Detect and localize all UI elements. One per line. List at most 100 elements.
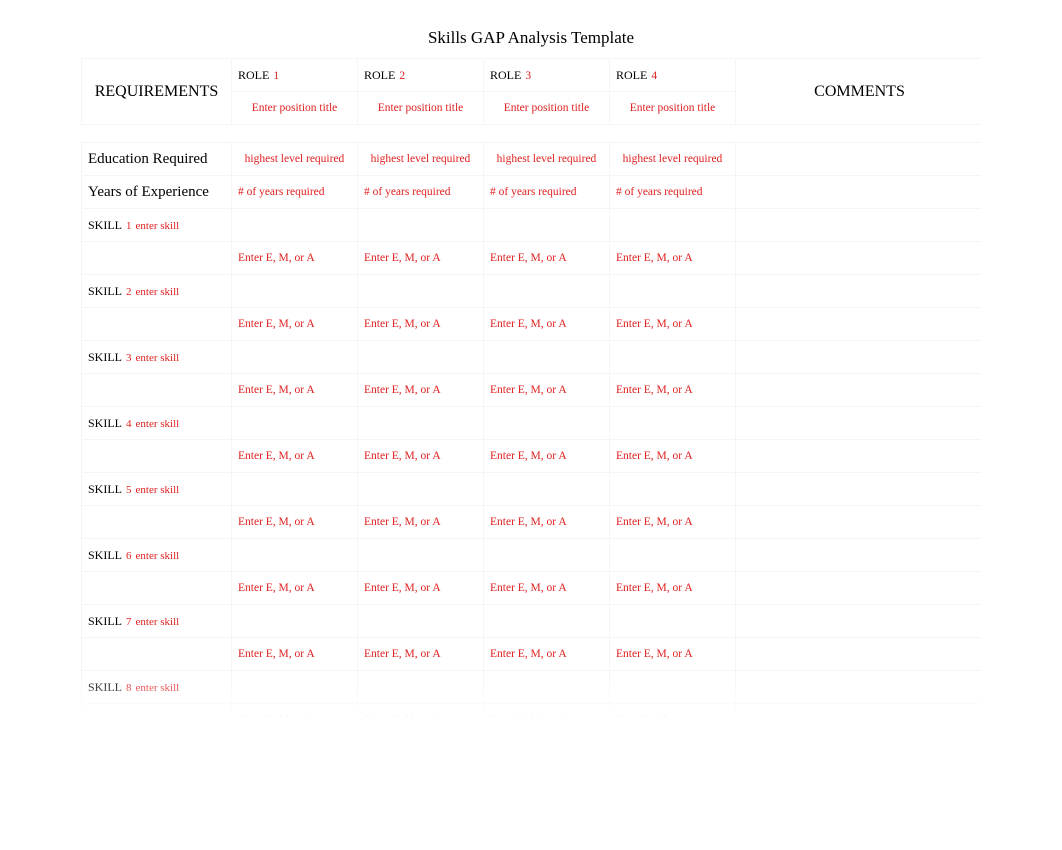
skill-5-role-2-ema[interactable]: Enter E, M, or A xyxy=(358,506,484,539)
skill-3-role-4-gap1[interactable] xyxy=(610,341,736,374)
skill-5-comment-1[interactable] xyxy=(736,473,982,506)
skill-3-role-3-gap1[interactable] xyxy=(484,341,610,374)
experience-comment[interactable] xyxy=(736,176,982,209)
skill-2-role-1-ema[interactable]: Enter E, M, or A xyxy=(232,308,358,341)
skill-7-role-4-gap1[interactable] xyxy=(610,605,736,638)
education-input-3[interactable]: highest level required xyxy=(484,143,610,176)
skill-8-role-1-ema[interactable]: Enter E, M, or A xyxy=(232,704,358,719)
skill-3-role-2-gap1[interactable] xyxy=(358,341,484,374)
skill-7-comment-2[interactable] xyxy=(736,638,982,671)
skill-1-role-3-gap1[interactable] xyxy=(484,209,610,242)
skill-5-role-3-ema[interactable]: Enter E, M, or A xyxy=(484,506,610,539)
skill-6-role-2-ema[interactable]: Enter E, M, or A xyxy=(358,572,484,605)
skill-8-role-1-gap1[interactable] xyxy=(232,671,358,704)
skill-3-role-3-ema[interactable]: Enter E, M, or A xyxy=(484,374,610,407)
skill-4-role-2-ema[interactable]: Enter E, M, or A xyxy=(358,440,484,473)
skill-6-role-1-gap1[interactable] xyxy=(232,539,358,572)
skill-7-role-1-ema[interactable]: Enter E, M, or A xyxy=(232,638,358,671)
skill-2-role-2-ema[interactable]: Enter E, M, or A xyxy=(358,308,484,341)
skill-7-comment-1[interactable] xyxy=(736,605,982,638)
skill-4-role-3-ema[interactable]: Enter E, M, or A xyxy=(484,440,610,473)
skill-label-3[interactable]: SKILL 3 enter skill xyxy=(82,341,232,374)
skill-label-5[interactable]: SKILL 5 enter skill xyxy=(82,473,232,506)
role-title-input-3[interactable]: Enter position title xyxy=(484,92,610,125)
skill-8-comment-1[interactable] xyxy=(736,671,982,704)
skill-8-comment-2[interactable] xyxy=(736,704,982,719)
skill-7-role-3-ema[interactable]: Enter E, M, or A xyxy=(484,638,610,671)
skill-4-comment-2[interactable] xyxy=(736,440,982,473)
skill-8-role-3-gap1[interactable] xyxy=(484,671,610,704)
skill-4-role-4-ema[interactable]: Enter E, M, or A xyxy=(610,440,736,473)
skill-3-comment-1[interactable] xyxy=(736,341,982,374)
experience-input-3[interactable]: # of years required xyxy=(484,176,610,209)
education-input-4[interactable]: highest level required xyxy=(610,143,736,176)
skill-7-role-3-gap1[interactable] xyxy=(484,605,610,638)
skill-7-role-2-ema[interactable]: Enter E, M, or A xyxy=(358,638,484,671)
skill-6-role-4-ema[interactable]: Enter E, M, or A xyxy=(610,572,736,605)
skill-2-role-2-gap1[interactable] xyxy=(358,275,484,308)
skill-2-comment-1[interactable] xyxy=(736,275,982,308)
skill-1-role-4-ema[interactable]: Enter E, M, or A xyxy=(610,242,736,275)
skill-label-7[interactable]: SKILL 7 enter skill xyxy=(82,605,232,638)
skill-5-role-1-ema[interactable]: Enter E, M, or A xyxy=(232,506,358,539)
skill-8-role-4-gap1[interactable] xyxy=(610,671,736,704)
education-input-1[interactable]: highest level required xyxy=(232,143,358,176)
experience-input-2[interactable]: # of years required xyxy=(358,176,484,209)
skill-label-1[interactable]: SKILL 1 enter skill xyxy=(82,209,232,242)
skill-3-role-2-ema[interactable]: Enter E, M, or A xyxy=(358,374,484,407)
education-comment[interactable] xyxy=(736,143,982,176)
skill-5-role-4-gap1[interactable] xyxy=(610,473,736,506)
skill-2-role-3-gap1[interactable] xyxy=(484,275,610,308)
skill-1-role-4-gap1[interactable] xyxy=(610,209,736,242)
skill-1-comment-2[interactable] xyxy=(736,242,982,275)
skill-6-role-3-ema[interactable]: Enter E, M, or A xyxy=(484,572,610,605)
skill-2-role-4-ema[interactable]: Enter E, M, or A xyxy=(610,308,736,341)
skill-4-role-1-gap1[interactable] xyxy=(232,407,358,440)
skill-6-role-3-gap1[interactable] xyxy=(484,539,610,572)
skill-8-role-3-ema[interactable]: Enter E, M, or A xyxy=(484,704,610,719)
skill-2-comment-2[interactable] xyxy=(736,308,982,341)
skill-4-comment-1[interactable] xyxy=(736,407,982,440)
skill-1-role-1-ema[interactable]: Enter E, M, or A xyxy=(232,242,358,275)
skill-label-6[interactable]: SKILL 6 enter skill xyxy=(82,539,232,572)
skill-4-role-1-ema[interactable]: Enter E, M, or A xyxy=(232,440,358,473)
skill-6-comment-2[interactable] xyxy=(736,572,982,605)
role-title-input-2[interactable]: Enter position title xyxy=(358,92,484,125)
skill-7-role-2-gap1[interactable] xyxy=(358,605,484,638)
skill-5-role-3-gap1[interactable] xyxy=(484,473,610,506)
experience-input-4[interactable]: # of years required xyxy=(610,176,736,209)
skill-6-role-4-gap1[interactable] xyxy=(610,539,736,572)
skill-8-role-4-ema[interactable]: Enter E, M, or A xyxy=(610,704,736,719)
skill-2-role-1-gap1[interactable] xyxy=(232,275,358,308)
skill-6-comment-1[interactable] xyxy=(736,539,982,572)
role-title-input-1[interactable]: Enter position title xyxy=(232,92,358,125)
skill-5-comment-2[interactable] xyxy=(736,506,982,539)
skill-5-role-4-ema[interactable]: Enter E, M, or A xyxy=(610,506,736,539)
skill-6-role-2-gap1[interactable] xyxy=(358,539,484,572)
skill-label-4[interactable]: SKILL 4 enter skill xyxy=(82,407,232,440)
skill-1-role-2-ema[interactable]: Enter E, M, or A xyxy=(358,242,484,275)
skill-6-role-1-ema[interactable]: Enter E, M, or A xyxy=(232,572,358,605)
education-input-2[interactable]: highest level required xyxy=(358,143,484,176)
skill-5-role-2-gap1[interactable] xyxy=(358,473,484,506)
skill-1-role-1-gap1[interactable] xyxy=(232,209,358,242)
skill-8-role-2-ema[interactable]: Enter E, M, or A xyxy=(358,704,484,719)
skill-label-8[interactable]: SKILL 8 enter skill xyxy=(82,671,232,704)
skill-3-comment-2[interactable] xyxy=(736,374,982,407)
skill-4-role-4-gap1[interactable] xyxy=(610,407,736,440)
skill-7-role-4-ema[interactable]: Enter E, M, or A xyxy=(610,638,736,671)
skill-5-role-1-gap1[interactable] xyxy=(232,473,358,506)
skill-4-role-2-gap1[interactable] xyxy=(358,407,484,440)
experience-input-1[interactable]: # of years required xyxy=(232,176,358,209)
skill-7-role-1-gap1[interactable] xyxy=(232,605,358,638)
role-title-input-4[interactable]: Enter position title xyxy=(610,92,736,125)
skill-1-comment-1[interactable] xyxy=(736,209,982,242)
skill-1-role-2-gap1[interactable] xyxy=(358,209,484,242)
skill-8-role-2-gap1[interactable] xyxy=(358,671,484,704)
skill-3-role-1-gap1[interactable] xyxy=(232,341,358,374)
skill-2-role-4-gap1[interactable] xyxy=(610,275,736,308)
skill-4-role-3-gap1[interactable] xyxy=(484,407,610,440)
skill-2-role-3-ema[interactable]: Enter E, M, or A xyxy=(484,308,610,341)
skill-3-role-1-ema[interactable]: Enter E, M, or A xyxy=(232,374,358,407)
skill-3-role-4-ema[interactable]: Enter E, M, or A xyxy=(610,374,736,407)
